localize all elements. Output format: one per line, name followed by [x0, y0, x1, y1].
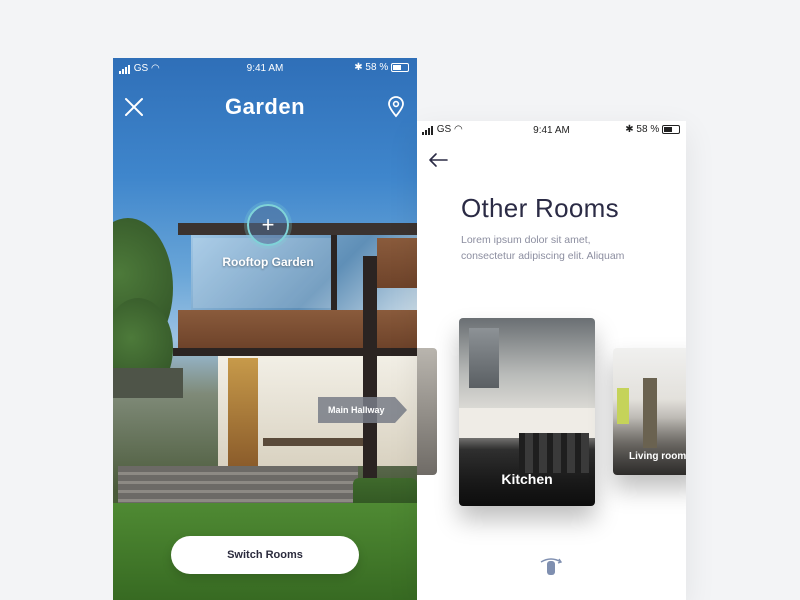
status-battery: ✱ 58 % — [625, 124, 680, 135]
description-line: Lorem ipsum dolor sit amet, — [461, 234, 591, 246]
previous-room-card[interactable] — [417, 348, 437, 475]
battery-icon — [391, 62, 409, 72]
floor-beam — [173, 348, 417, 356]
bluetooth-icon: ✱ — [625, 124, 634, 135]
plus-icon: + — [261, 212, 275, 237]
status-battery: ✱ 58 % — [354, 62, 409, 73]
right-column — [363, 256, 377, 486]
room-card-living-room[interactable]: Living room — [613, 348, 686, 475]
add-hotspot-button[interactable]: + — [247, 204, 289, 246]
swipe-hint — [535, 555, 567, 577]
bluetooth-icon: ✱ — [354, 62, 363, 73]
other-rooms-screen: GS ◠ 9:41 AM ✱ 58 % Other Rooms Lorem ip… — [417, 121, 686, 600]
room-card-label: Kitchen — [501, 471, 553, 487]
close-button[interactable] — [123, 96, 145, 118]
location-button[interactable] — [386, 96, 406, 118]
page-title: Garden — [224, 94, 306, 119]
main-hallway-label: Main Hallway — [328, 405, 385, 415]
main-hallway-tag[interactable]: Main Hallway — [318, 397, 406, 423]
wood-cladding — [178, 310, 417, 348]
location-pin-icon — [388, 96, 404, 118]
battery-percent: 58 % — [365, 62, 389, 73]
wood-door — [228, 358, 258, 468]
close-icon — [125, 98, 143, 116]
tree-decor — [643, 378, 657, 448]
rooftop-garden-label[interactable]: Rooftop Garden — [203, 255, 333, 269]
garden-screen: GS ◠ 9:41 AM ✱ 58 % Garden + Rooftop Gar… — [113, 58, 417, 600]
glass-frame — [331, 235, 337, 310]
rooftop-room — [193, 238, 333, 308]
switch-rooms-button[interactable]: Switch Rooms — [171, 536, 359, 574]
page-description: Lorem ipsum dolor sit amet, consectetur … — [461, 232, 681, 264]
battery-icon — [662, 124, 680, 134]
dining-table — [263, 438, 373, 446]
range-hood — [469, 328, 499, 388]
bar-stools — [519, 433, 589, 473]
entry-steps — [118, 466, 358, 508]
room-card-kitchen[interactable]: Kitchen — [459, 318, 595, 506]
house-roof — [178, 223, 417, 235]
arrow-left-icon — [429, 153, 448, 167]
neighbor-roof — [113, 368, 183, 398]
battery-percent: 58 % — [636, 124, 660, 135]
right-overhang — [377, 238, 417, 288]
room-card-label: Living room — [629, 451, 686, 462]
back-button[interactable] — [427, 151, 449, 169]
wall-art — [617, 388, 629, 424]
swipe-gesture-icon — [540, 558, 563, 575]
description-line: consectetur adipiscing elit. Aliquam — [461, 250, 625, 262]
page-title: Other Rooms — [461, 193, 619, 223]
